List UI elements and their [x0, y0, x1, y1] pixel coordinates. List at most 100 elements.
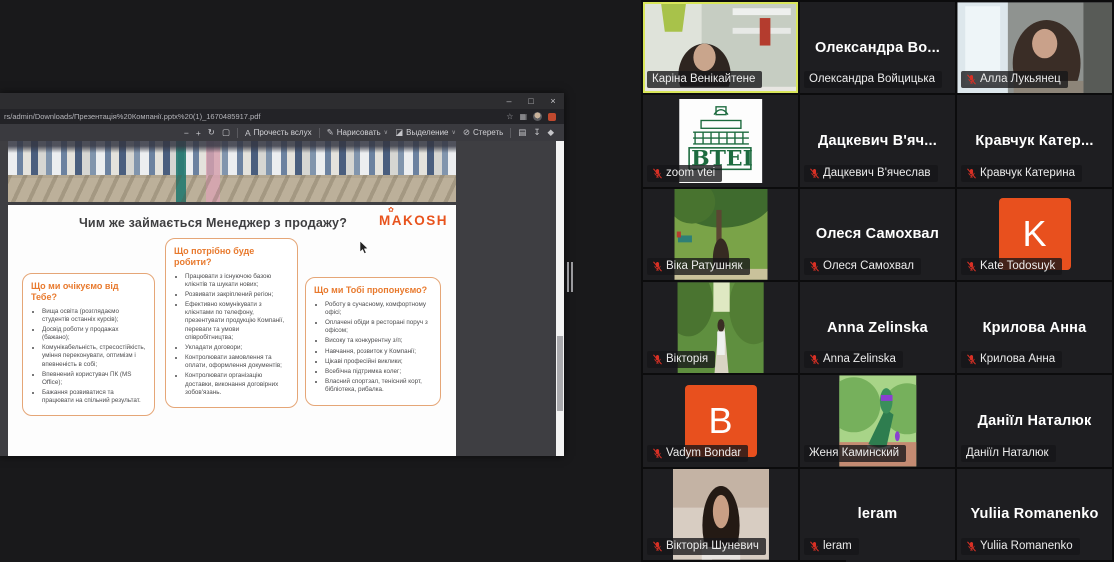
participant-name-label: Каріна Венікайтене [647, 71, 762, 88]
participant-name-text: Vadym Bondar [666, 447, 741, 460]
participant-tile[interactable]: Віка Ратушняк [643, 189, 798, 280]
slide-box-expectations: Що ми очікуємо від Тебе? Вища освіта (ро… [22, 273, 155, 416]
participant-tile[interactable]: BVadym Bondar [643, 375, 798, 466]
participant-name-center: Дацкевич В'яч... [800, 133, 955, 149]
participant-tile[interactable]: Дацкевич В'яч... Дацкевич В'ячеслав [800, 95, 955, 186]
participant-tile[interactable]: Женя Каминский [800, 375, 955, 466]
slide-bullet: Навчання, розвиток у Компанії; [325, 348, 432, 356]
participant-name-text: Вікторія Шуневич [666, 540, 759, 553]
toolbar-separator [510, 128, 511, 138]
muted-mic-icon [809, 168, 820, 179]
screen-share-area: – □ × rs/admin/Downloads/Презентація%20К… [0, 0, 641, 562]
participant-name-center: Олександра Во... [800, 40, 955, 56]
panel-resize-grip[interactable] [567, 262, 573, 292]
muted-mic-icon [809, 541, 820, 552]
makosh-logo: ✿MAKOSH [379, 213, 448, 228]
slide-bullet: Розвивати закріплений регіон; [185, 291, 289, 299]
slide-title: Чим же займається Менеджер з продажу? [58, 216, 368, 230]
participant-tile[interactable]: Олеся СамохвалОлеся Самохвал [800, 189, 955, 280]
rotate-button[interactable]: ↻ [208, 127, 215, 138]
participant-name-label: Дацкевич В'ячеслав [804, 165, 938, 182]
participant-name-center: Даніїл Наталюк [957, 413, 1112, 429]
erase-button[interactable]: ⊘Стереть [463, 127, 503, 138]
muted-mic-icon [809, 354, 820, 365]
save-icon: ↧ [533, 127, 540, 138]
participant-name-text: Кравчук Катерина [980, 167, 1075, 180]
profile-avatar-icon[interactable] [533, 112, 542, 121]
participant-name-label: Женя Каминский [804, 445, 906, 462]
participant-name-label: Kate Todosuyk [961, 258, 1062, 275]
browser-titlebar: – □ × [0, 93, 564, 109]
fit-page-button[interactable]: ▢ [222, 127, 230, 138]
save-button[interactable]: ↧ [533, 127, 540, 138]
zoom-meeting-window: – □ × rs/admin/Downloads/Презентація%20К… [0, 0, 1114, 562]
zoom-out-button[interactable]: − [184, 128, 189, 138]
slide-bullet: Оплачені обіди в ресторані поруч з офісо… [325, 319, 432, 335]
pin-toolbar-button[interactable]: ◆ [547, 127, 554, 138]
participant-name-label: Вікторія [647, 351, 715, 368]
chevron-down-icon: ∨ [452, 129, 456, 136]
slide-bullet: Бажання розвиватися та працювати на спіл… [42, 389, 146, 405]
close-button[interactable]: × [542, 93, 564, 109]
highlight-button[interactable]: ◪Выделение∨ [395, 127, 456, 138]
slide-bullet: Ефективно комунікувати з клієнтами по те… [185, 301, 289, 342]
minimize-button[interactable]: – [498, 93, 520, 109]
slide-bullet: Роботу в сучасному, комфортному офісі; [325, 301, 432, 317]
read-aloud-button[interactable]: AПрочесть вслух [245, 128, 312, 138]
participant-name-text: Вікторія [666, 353, 708, 366]
participant-tile[interactable]: Кравчук Катер...Кравчук Катерина [957, 95, 1112, 186]
browser-address-bar[interactable]: rs/admin/Downloads/Презентація%20Компані… [0, 109, 564, 124]
participant-name-label: Кравчук Катерина [961, 165, 1082, 182]
pdf-scrollbar[interactable] [556, 141, 564, 456]
participant-tile[interactable]: leramleram [800, 469, 955, 560]
participant-name-text: Каріна Венікайтене [652, 73, 755, 86]
participant-name-text: Anna Zelinska [823, 353, 896, 366]
participant-name-label: Vadym Bondar [647, 445, 748, 462]
participant-name-text: Женя Каминский [809, 447, 899, 460]
muted-mic-icon [966, 168, 977, 179]
participant-tile[interactable]: Крилова АннаКрилова Анна [957, 282, 1112, 373]
participant-name-text: zoom vtei [666, 167, 715, 180]
participant-tile[interactable]: Вікторія [643, 282, 798, 373]
print-button[interactable]: ▤ [518, 127, 526, 138]
shared-browser-window: – □ × rs/admin/Downloads/Презентація%20К… [0, 93, 564, 456]
draw-button[interactable]: ✎Нарисовать∨ [327, 127, 388, 138]
slide-bullet: Контролювати організацію доставки, викон… [185, 372, 289, 397]
slide-bullet-list: Працювати з існуючою базою клієнтів та ш… [185, 273, 289, 397]
url-text[interactable]: rs/admin/Downloads/Презентація%20Компані… [4, 112, 506, 121]
participant-name-label: Yuliia Romanenko [961, 538, 1080, 555]
edge-orange-icon[interactable] [548, 113, 556, 121]
participant-name-label: Олександра Войцицька [804, 71, 942, 88]
slide-bullet: Укладати договори; [185, 344, 289, 352]
slide-bullet-list: Вища освіта (розглядаємо студентів остан… [42, 308, 146, 406]
muted-mic-icon [966, 354, 977, 365]
group-photo [8, 141, 456, 202]
maximize-button[interactable]: □ [520, 93, 542, 109]
participant-name-text: Kate Todosuyk [980, 260, 1055, 273]
participant-name-center: Крилова Анна [957, 320, 1112, 336]
participant-tile[interactable]: Каріна Венікайтене [643, 2, 798, 93]
chevron-down-icon: ∨ [384, 129, 388, 136]
participant-tile[interactable]: Yuliia RomanenkoYuliia Romanenko [957, 469, 1112, 560]
participant-tile[interactable]: KKate Todosuyk [957, 189, 1112, 280]
pdf-scrollbar-thumb[interactable] [557, 336, 563, 411]
participant-name-label: Даніїл Наталюк [961, 445, 1056, 462]
zoom-in-button[interactable]: + [196, 128, 201, 138]
participant-tile[interactable]: ВТЕІ zoom vtei [643, 95, 798, 186]
slide-box-header: Що потрібно буде робити? [174, 246, 289, 268]
participant-tile[interactable]: Anna ZelinskaAnna Zelinska [800, 282, 955, 373]
participant-tile[interactable]: Вікторія Шуневич [643, 469, 798, 560]
slide-box-header: Що ми очікуємо від Тебе? [31, 281, 146, 303]
participant-name-label: Алла Лукьянец [961, 71, 1068, 88]
muted-mic-icon [652, 541, 663, 552]
participant-name-text: Yuliia Romanenko [980, 540, 1073, 553]
favorites-star-icon[interactable]: ☆ [506, 112, 513, 122]
slide-bullet: Вища освіта (розглядаємо студентів остан… [42, 308, 146, 324]
participant-tile[interactable]: Алла Лукьянец [957, 2, 1112, 93]
toolbar-separator [237, 128, 238, 138]
participant-tile[interactable]: Олександра Во... Олександра Войцицька [800, 2, 955, 93]
participant-tile[interactable]: Даніїл Наталюк Даніїл Наталюк [957, 375, 1112, 466]
extensions-icon[interactable]: ▦ [519, 112, 527, 122]
participant-name-text: Даніїл Наталюк [966, 447, 1049, 460]
toolbar-separator [319, 128, 320, 138]
